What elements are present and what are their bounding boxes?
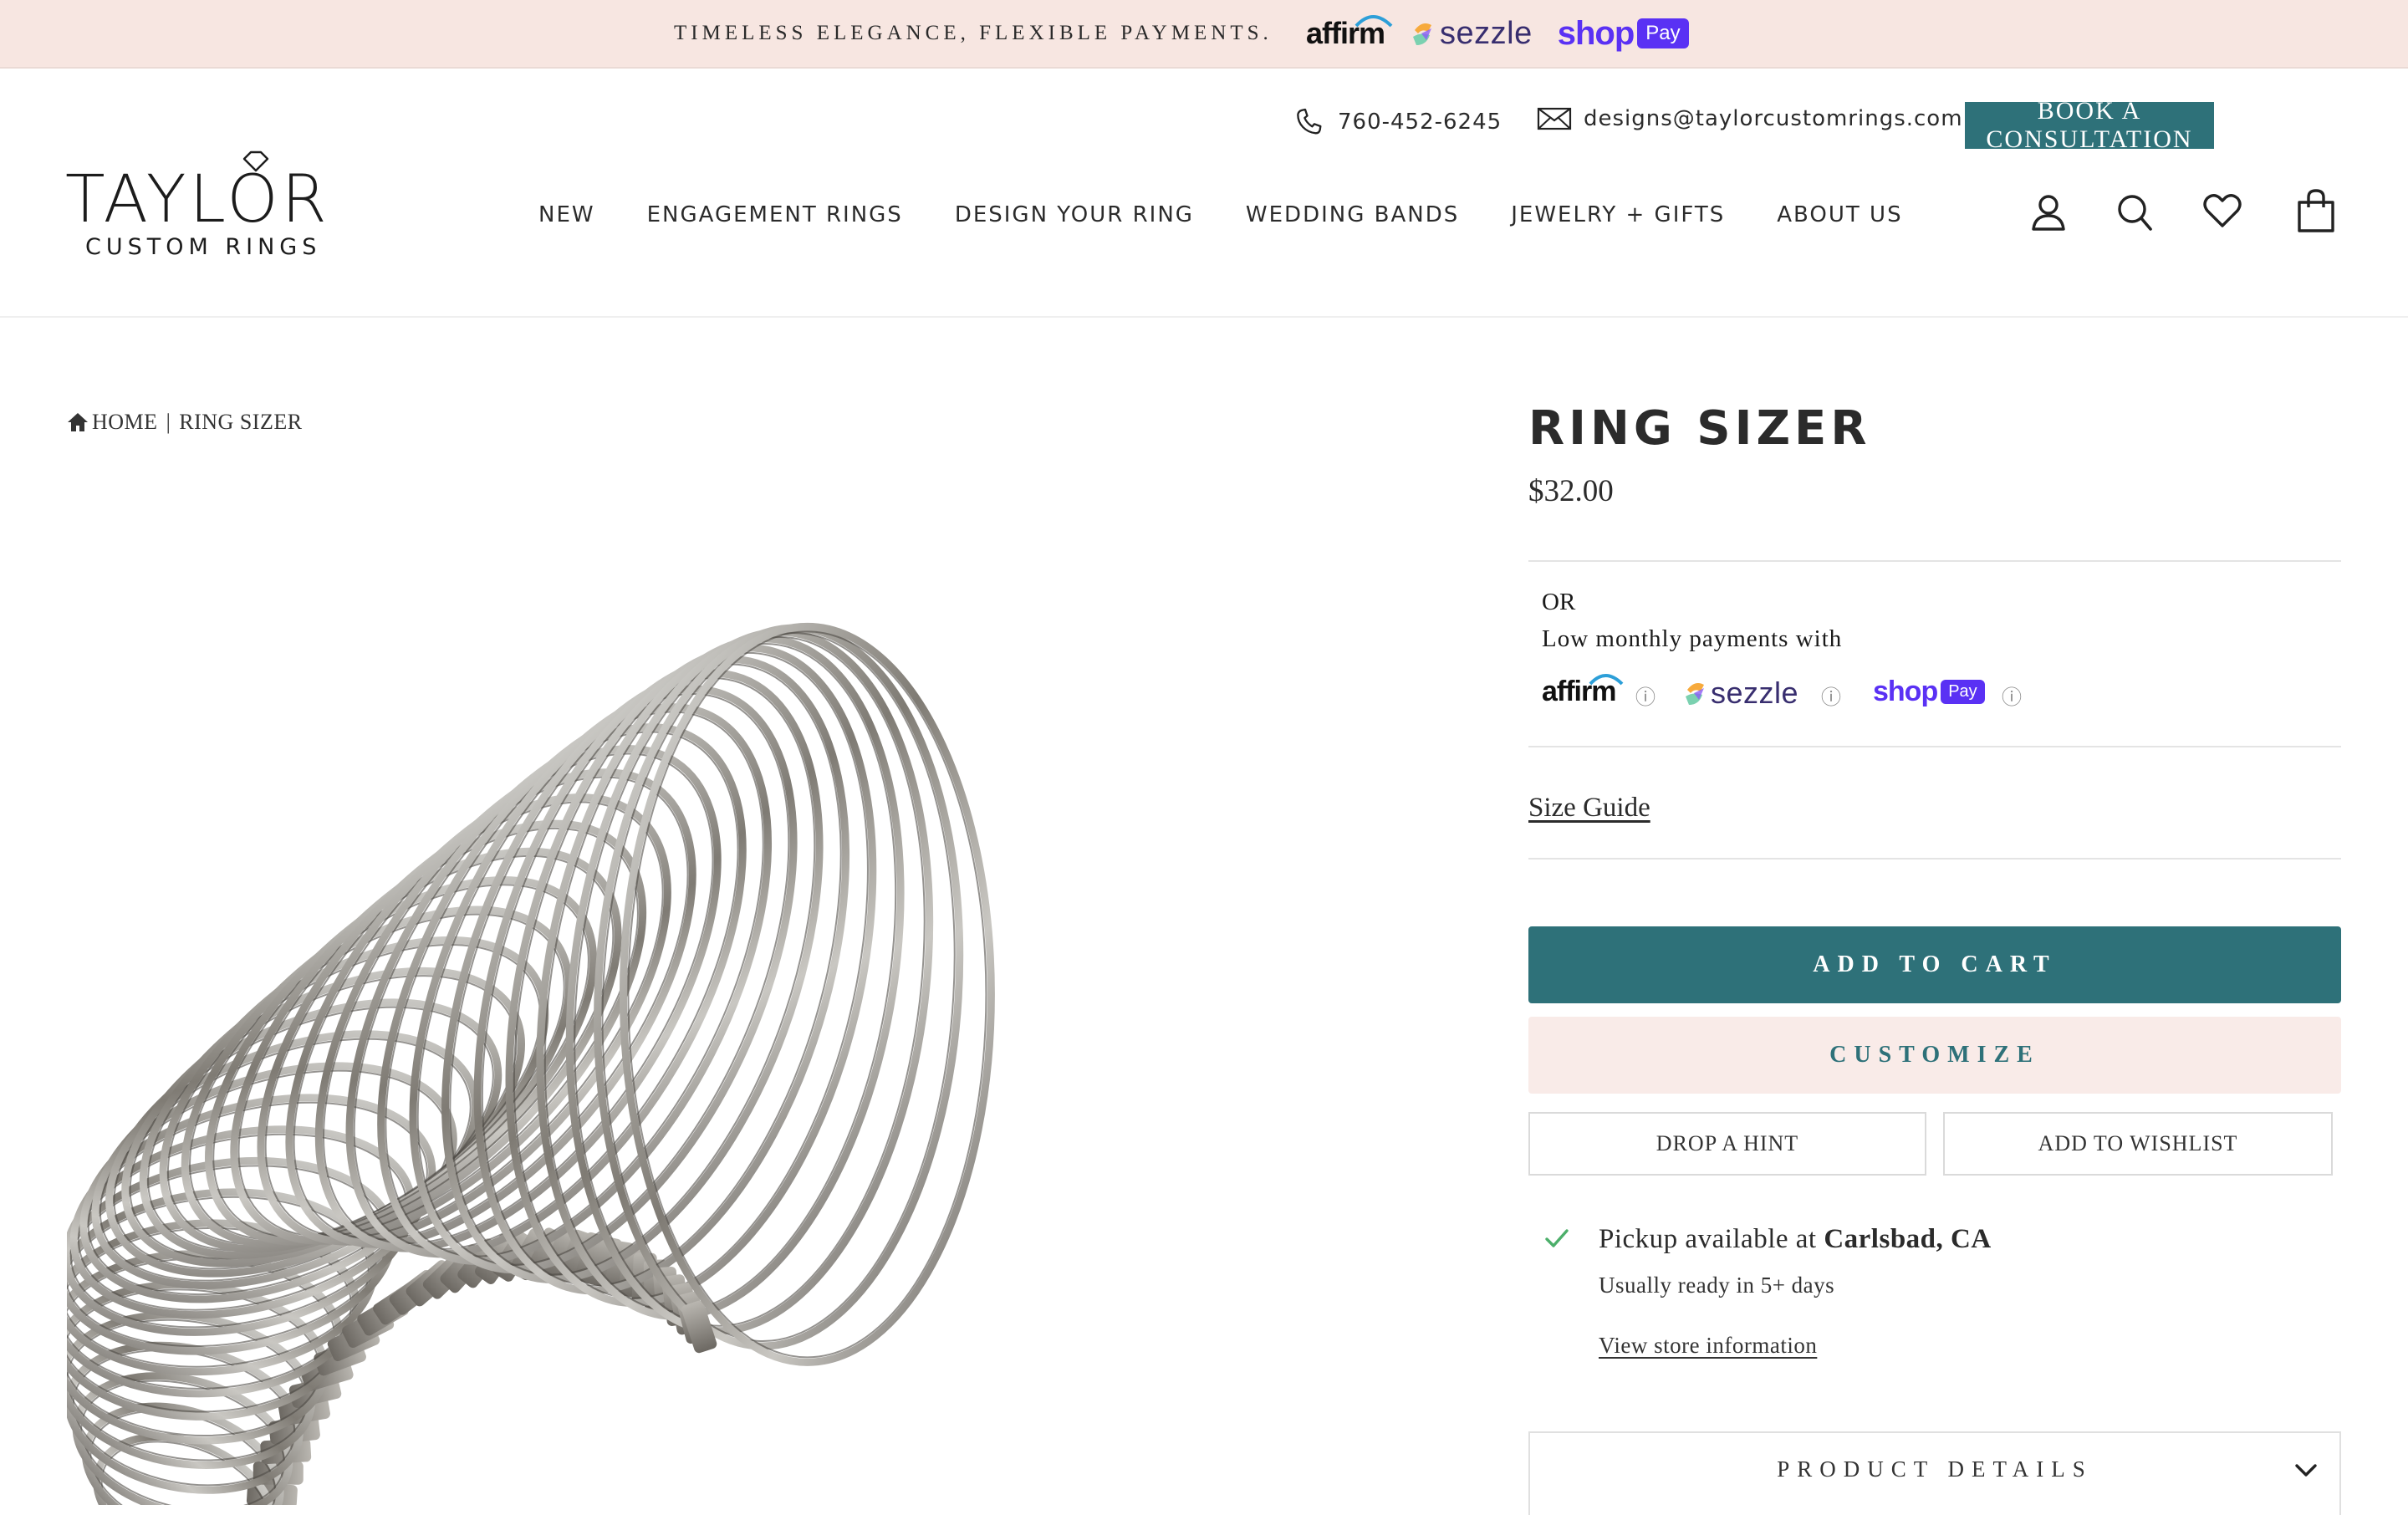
nav-item-jewelry-gifts[interactable]: JEWELRY + GIFTS — [1511, 202, 1725, 227]
announcement-bar: TIMELESS ELEGANCE, FLEXIBLE PAYMENTS. af… — [0, 0, 2408, 69]
sezzle-option[interactable]: sezzle — [1682, 676, 1798, 711]
size-guide-link[interactable]: Size Guide — [1528, 793, 1650, 824]
site-header: 760-452-6245 designs@taylorcustomrings.c… — [0, 69, 2408, 318]
divider — [1528, 560, 2341, 562]
email-address: designs@taylorcustomrings.com — [1584, 106, 1963, 131]
product-price: $32.00 — [1528, 474, 1614, 508]
ring-sizer-photo — [67, 622, 995, 1505]
account-icon[interactable] — [2030, 192, 2067, 232]
sezzle-logo: sezzle — [1410, 16, 1533, 52]
pickup-prefix: Pickup available at — [1599, 1224, 1824, 1254]
book-consultation-button[interactable]: BOOK A CONSULTATION — [1965, 97, 2214, 153]
sezzle-info-icon[interactable]: ⓘ — [1821, 681, 1841, 710]
add-to-cart-button[interactable]: ADD TO CART — [1528, 926, 2341, 1003]
home-icon[interactable] — [67, 412, 89, 432]
diamond-icon — [242, 150, 269, 172]
affirm-info-icon[interactable]: ⓘ — [1635, 681, 1656, 710]
product-details-accordion[interactable]: PRODUCT DETAILS — [1528, 1431, 2341, 1515]
phone-number: 760-452-6245 — [1338, 110, 1502, 135]
check-icon — [1545, 1229, 1569, 1247]
announcement-text: TIMELESS ELEGANCE, FLEXIBLE PAYMENTS. — [674, 22, 1273, 44]
nav-item-about-us[interactable]: ABOUT US — [1777, 202, 1902, 227]
phone-link[interactable]: 760-452-6245 — [1293, 105, 1502, 139]
nav-item-new[interactable]: NEW — [538, 202, 595, 227]
announcement-payment-logos: affirm sezzle shop Pay — [1306, 12, 1689, 55]
product-image[interactable] — [67, 535, 1371, 1505]
affirm-option[interactable]: affirm — [1542, 672, 1624, 707]
affirm-logo: affirm — [1306, 15, 1393, 51]
shop-pay-option[interactable]: shop Pay — [1873, 676, 1985, 708]
pickup-availability: Pickup available at Carlsbad, CA — [1599, 1224, 1992, 1255]
nav-item-design-your-ring[interactable]: DESIGN YOUR RING — [955, 202, 1194, 227]
nav-item-engagement-rings[interactable]: ENGAGEMENT RINGS — [647, 202, 903, 227]
view-store-information-link[interactable]: View store information — [1599, 1333, 1817, 1359]
customize-button[interactable]: CUSTOMIZE — [1528, 1017, 2341, 1094]
product-details-label: PRODUCT DETAILS — [1777, 1456, 2093, 1482]
mail-icon — [1537, 107, 1572, 130]
chevron-down-icon — [2295, 1464, 2317, 1477]
email-link[interactable]: designs@taylorcustomrings.com — [1537, 105, 1963, 132]
pickup-ready-time: Usually ready in 5+ days — [1599, 1273, 1835, 1298]
main-nav: NEW ENGAGEMENT RINGS DESIGN YOUR RING WE… — [538, 202, 1955, 227]
drop-a-hint-button[interactable]: DROP A HINT — [1528, 1112, 1926, 1176]
brand-tagline: CUSTOM RINGS — [85, 234, 322, 260]
breadcrumb: HOME | RING SIZER — [67, 410, 303, 435]
breadcrumb-home[interactable]: HOME — [92, 410, 158, 435]
pickup-location: Carlsbad, CA — [1824, 1224, 1992, 1254]
search-icon[interactable] — [2115, 192, 2154, 232]
sezzle-mark-icon — [1686, 683, 1704, 705]
shop-pay-logo: shop Pay — [1558, 15, 1689, 53]
sezzle-mark-icon — [1413, 23, 1432, 45]
product-title: RING SIZER — [1528, 401, 1871, 456]
brand-logo[interactable]: TAYLOR CUSTOM RINGS — [65, 150, 341, 260]
ring-gauge — [619, 622, 995, 1366]
shop-pay-info-icon[interactable]: ⓘ — [2002, 681, 2022, 710]
breadcrumb-separator: | — [166, 410, 171, 434]
cart-icon[interactable] — [2296, 189, 2336, 232]
payment-options: affirm ⓘ sezzle ⓘ shop Pay ⓘ — [1542, 672, 2043, 714]
breadcrumb-current: RING SIZER — [179, 410, 303, 434]
payment-or: OR — [1542, 589, 1576, 615]
nav-item-wedding-bands[interactable]: WEDDING BANDS — [1246, 202, 1459, 227]
affirm-arc-icon — [1354, 15, 1393, 28]
brand-name: TAYLOR — [65, 162, 330, 237]
payment-message: Low monthly payments with — [1542, 625, 1843, 652]
heart-icon[interactable] — [2202, 192, 2242, 229]
add-to-wishlist-button[interactable]: ADD TO WISHLIST — [1943, 1112, 2333, 1176]
divider — [1528, 746, 2341, 747]
divider — [1528, 858, 2341, 860]
phone-icon — [1297, 108, 1322, 135]
